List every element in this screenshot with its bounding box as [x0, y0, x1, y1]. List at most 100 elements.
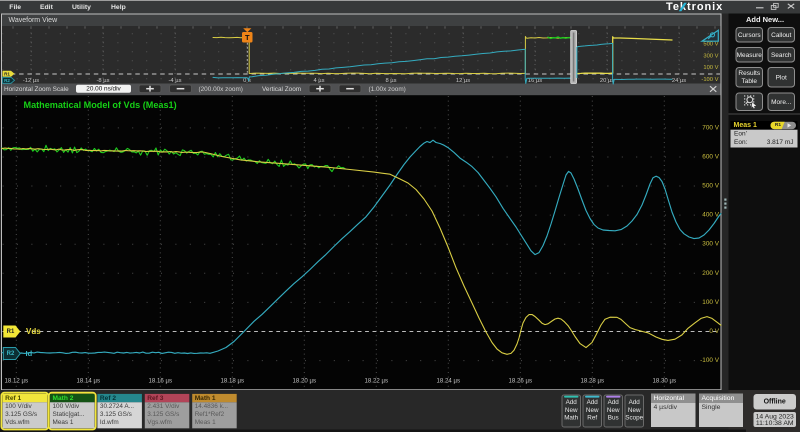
svg-text:700 V: 700 V	[702, 124, 719, 131]
svg-text:0 V: 0 V	[709, 328, 719, 335]
svg-text:16 µs: 16 µs	[528, 78, 542, 84]
svg-text:11:10:38 AM: 11:10:38 AM	[756, 420, 794, 427]
svg-text:18.12 µs: 18.12 µs	[5, 378, 29, 385]
svg-text:Ref 1: Ref 1	[5, 395, 21, 402]
svg-text:Edit: Edit	[40, 4, 54, 11]
svg-text:Utility: Utility	[72, 4, 91, 11]
svg-text:30.2724 A...: 30.2724 A...	[100, 403, 134, 410]
svg-text:New: New	[586, 407, 599, 414]
svg-text:300 V: 300 V	[702, 241, 719, 248]
svg-text:More...: More...	[771, 99, 791, 106]
svg-text:3.125 GS/s: 3.125 GS/s	[100, 411, 132, 418]
svg-text:18.28 µs: 18.28 µs	[581, 378, 605, 385]
svg-text:Ref 2: Ref 2	[100, 395, 116, 402]
svg-text:-8 µs: -8 µs	[96, 78, 109, 84]
svg-text:18.18 µs: 18.18 µs	[221, 378, 245, 385]
svg-text:Math 2: Math 2	[53, 395, 74, 402]
svg-text:500 V: 500 V	[703, 42, 718, 48]
svg-text:Bus: Bus	[608, 415, 619, 422]
svg-text:Ref1*Ref2: Ref1*Ref2	[195, 411, 225, 418]
svg-text:0 s: 0 s	[243, 78, 251, 84]
svg-text:Plot: Plot	[776, 74, 787, 81]
svg-text:Cursors: Cursors	[738, 32, 762, 39]
svg-text:8 µs: 8 µs	[385, 78, 396, 84]
svg-text:Single: Single	[702, 404, 721, 411]
svg-text:Horizontal: Horizontal	[654, 395, 685, 402]
svg-text:Callout: Callout	[771, 32, 791, 39]
svg-text:4 µs/div: 4 µs/div	[654, 404, 678, 411]
svg-text:Vds.wfm: Vds.wfm	[5, 419, 30, 426]
svg-text:18.22 µs: 18.22 µs	[365, 378, 389, 385]
svg-text:Horizontal Zoom Scale: Horizontal Zoom Scale	[4, 86, 69, 93]
svg-text:Eon’: Eon’	[734, 131, 748, 138]
svg-text:18.30 µs: 18.30 µs	[653, 378, 677, 385]
svg-text:4 µs: 4 µs	[313, 78, 324, 84]
svg-text:500 V: 500 V	[702, 183, 719, 190]
svg-text:R1: R1	[775, 122, 781, 128]
svg-text:600 V: 600 V	[702, 154, 719, 161]
svg-text:Eon:: Eon:	[734, 139, 748, 146]
svg-text:New: New	[628, 407, 641, 414]
svg-text:Meas 1: Meas 1	[734, 122, 757, 129]
svg-text:Vertical Zoom: Vertical Zoom	[262, 86, 301, 93]
svg-text:3.817 mJ: 3.817 mJ	[767, 139, 794, 146]
svg-text:-4 µs: -4 µs	[168, 78, 181, 84]
svg-text:R2: R2	[7, 351, 15, 357]
svg-text:Vds: Vds	[26, 327, 41, 336]
svg-text:400 V: 400 V	[702, 212, 719, 219]
svg-text:18.24 µs: 18.24 µs	[437, 378, 461, 385]
svg-text:Meas 1: Meas 1	[53, 419, 74, 426]
svg-text:100 V/div: 100 V/div	[53, 403, 80, 410]
svg-text:100 V: 100 V	[703, 65, 718, 71]
svg-text:Tektronix: Tektronix	[666, 1, 723, 13]
svg-text:20 µs: 20 µs	[600, 78, 614, 84]
svg-text:14.4836 k...: 14.4836 k...	[195, 403, 229, 410]
svg-text:20.00 ns/div: 20.00 ns/div	[86, 86, 121, 93]
svg-text:Vgs.wfm: Vgs.wfm	[147, 419, 172, 426]
svg-text:Id.wfm: Id.wfm	[100, 419, 119, 426]
svg-text:Ref 3: Ref 3	[147, 395, 163, 402]
svg-text:Add New...: Add New...	[746, 15, 784, 24]
svg-text:300 V: 300 V	[703, 53, 718, 59]
svg-text:Mathematical Model of Vds (Mea: Mathematical Model of Vds (Meas1)	[24, 100, 177, 110]
svg-text:18.16 µs: 18.16 µs	[149, 378, 173, 385]
svg-text:2.431 V/div: 2.431 V/div	[147, 403, 180, 410]
svg-text:Add: Add	[587, 399, 599, 406]
svg-text:File: File	[9, 4, 21, 11]
svg-text:Waveform View: Waveform View	[9, 17, 59, 24]
svg-text:12 µs: 12 µs	[456, 78, 470, 84]
svg-text:(200.00x zoom): (200.00x zoom)	[199, 86, 243, 93]
svg-text:-100 V: -100 V	[700, 357, 720, 364]
svg-text:Results: Results	[738, 70, 760, 77]
svg-text:New: New	[565, 407, 578, 414]
svg-text:R1: R1	[4, 72, 10, 77]
svg-text:Table: Table	[741, 78, 757, 85]
svg-text:-12 µs: -12 µs	[23, 78, 39, 84]
svg-text:Add: Add	[566, 399, 578, 406]
svg-text:Measure: Measure	[737, 52, 763, 59]
svg-text:Id: Id	[26, 349, 33, 358]
svg-text:T: T	[245, 33, 250, 42]
svg-text:3.125 GS/s: 3.125 GS/s	[5, 411, 37, 418]
svg-text:Ref: Ref	[587, 415, 597, 422]
svg-text:200 V: 200 V	[702, 270, 719, 277]
svg-text:Math: Math	[564, 415, 578, 422]
svg-text:Help: Help	[111, 4, 126, 11]
svg-text:Add: Add	[629, 399, 641, 406]
svg-text:3.125 GS/s: 3.125 GS/s	[147, 411, 179, 418]
svg-text:100 V/div: 100 V/div	[5, 403, 32, 410]
svg-text:Math 1: Math 1	[195, 395, 216, 402]
svg-text:18.20 µs: 18.20 µs	[293, 378, 317, 385]
svg-text:R1: R1	[7, 329, 15, 335]
svg-text:Search: Search	[771, 52, 792, 59]
svg-text:-100 V: -100 V	[701, 77, 718, 83]
svg-text:24 µs: 24 µs	[672, 78, 686, 84]
svg-text:Offline: Offline	[764, 398, 786, 405]
svg-text:Scope: Scope	[625, 415, 643, 422]
svg-text:18.26 µs: 18.26 µs	[509, 378, 533, 385]
svg-text:Meas 1: Meas 1	[195, 419, 216, 426]
svg-text:(1.00x zoom): (1.00x zoom)	[369, 86, 406, 93]
svg-text:100 V: 100 V	[702, 299, 719, 306]
svg-text:Add: Add	[608, 399, 620, 406]
svg-text:R2: R2	[4, 78, 10, 83]
